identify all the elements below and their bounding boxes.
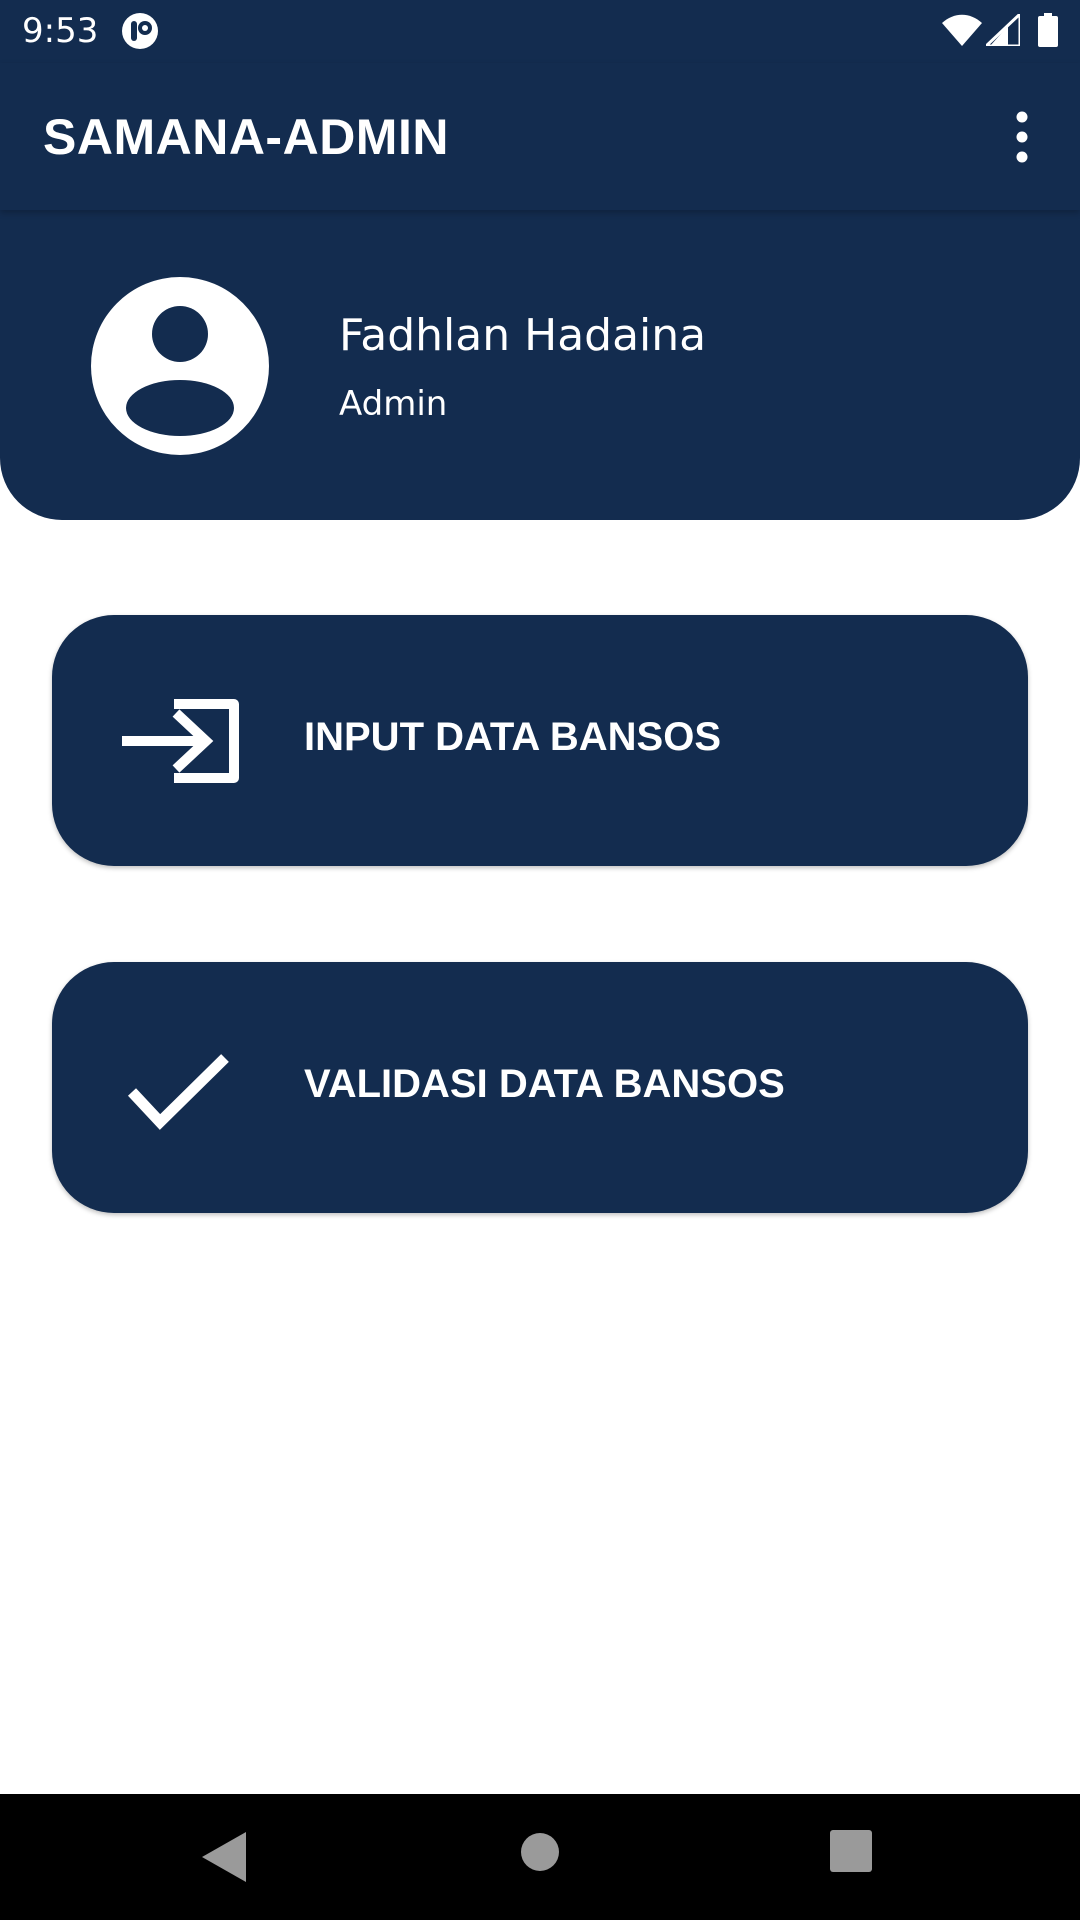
profile-role: Admin	[339, 384, 448, 424]
home-icon[interactable]	[520, 1832, 560, 1872]
wifi-icon	[942, 14, 982, 46]
app-bar: SAMANA-ADMIN	[0, 63, 1080, 210]
check-icon	[127, 1054, 229, 1130]
validasi-data-bansos-button[interactable]: VALIDASI DATA BANSOS	[52, 962, 1028, 1213]
more-vert-icon	[1016, 111, 1028, 163]
account-circle-icon	[91, 277, 269, 455]
app-title: SAMANA-ADMIN	[43, 109, 449, 165]
cell-signal-icon	[986, 14, 1020, 46]
input-data-bansos-button[interactable]: INPUT DATA BANSOS	[52, 615, 1028, 866]
overflow-menu-button[interactable]	[1000, 103, 1044, 171]
profile-name: Fadhlan Hadaina	[339, 310, 707, 361]
login-arrow-icon	[122, 699, 239, 783]
profile-header: Fadhlan Hadaina Admin	[0, 190, 1080, 520]
status-time: 9:53	[22, 11, 99, 51]
status-bar: 9:53	[0, 0, 1080, 63]
battery-icon	[1038, 13, 1058, 47]
back-icon[interactable]	[202, 1832, 246, 1882]
validasi-data-bansos-label: VALIDASI DATA BANSOS	[304, 1062, 785, 1106]
notification-app-icon	[122, 13, 158, 49]
navigation-bar	[0, 1794, 1080, 1920]
input-data-bansos-label: INPUT DATA BANSOS	[304, 715, 722, 759]
recents-icon[interactable]	[830, 1830, 872, 1872]
